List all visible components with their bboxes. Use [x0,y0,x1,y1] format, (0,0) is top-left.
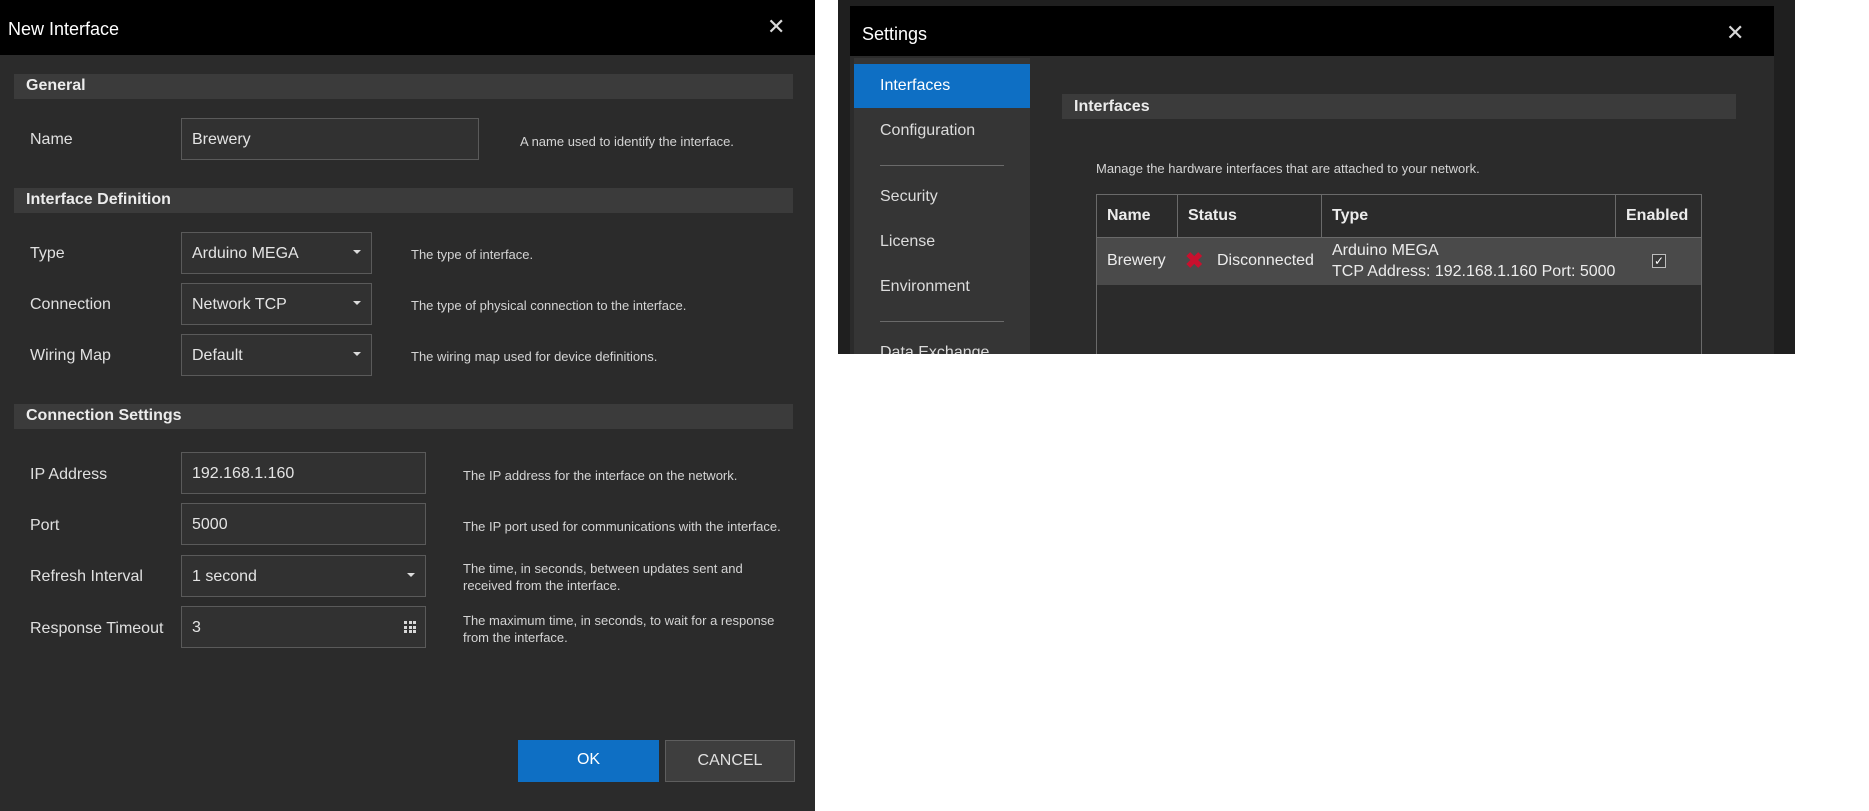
response-timeout-help-line1: The maximum time, in seconds, to wait fo… [463,613,775,628]
refresh-interval-help-line1: The time, in seconds, between updates se… [463,561,743,576]
dialog-title: New Interface [8,19,120,39]
sidebar-divider [880,165,1004,166]
type-help: The type of interface. [411,247,534,262]
port-input[interactable]: 5000 [181,503,426,545]
row-name: Brewery [1107,252,1166,269]
sidebar-item-configuration[interactable]: Configuration [854,109,1030,153]
column-header-status[interactable]: Status [1178,195,1322,237]
column-header-enabled[interactable]: Enabled [1616,195,1703,237]
response-timeout-help-line2: from the interface. [463,630,568,645]
sidebar-item-label: License [880,233,936,250]
connection-help: The type of physical connection to the i… [411,298,687,313]
settings-titlebar: Settings ✕ [850,6,1774,56]
ip-address-label: IP Address [30,466,108,483]
chevron-down-icon [407,573,415,577]
type-dropdown-value: Arduino MEGA [192,245,299,262]
chevron-down-icon [353,352,361,356]
type-dropdown[interactable]: Arduino MEGA [181,232,372,274]
ip-address-input[interactable]: 192.168.1.160 [181,452,426,494]
row-type-line1: Arduino MEGA [1332,242,1439,259]
keypad-icon[interactable] [404,621,416,633]
section-interface-definition-title: Interface Definition [26,191,171,208]
section-interfaces-title: Interfaces [1074,98,1150,115]
sidebar-item-label: Data Exchange [880,344,990,354]
wiring-map-dropdown[interactable]: Default [181,334,372,376]
name-input-value: Brewery [192,131,251,148]
cancel-button[interactable]: CANCEL [665,740,795,782]
close-icon[interactable]: ✕ [1726,22,1744,44]
name-help: A name used to identify the interface. [520,134,734,149]
connection-dropdown-value: Network TCP [192,296,287,313]
refresh-interval-label: Refresh Interval [30,568,143,585]
ok-button[interactable]: OK [518,740,659,782]
section-connection-settings-title: Connection Settings [26,407,182,424]
enabled-checkbox[interactable]: ✓ [1652,254,1666,268]
response-timeout-input[interactable]: 3 [181,606,426,648]
row-type-line2: TCP Address: 192.168.1.160 Port: 5000 [1332,263,1616,280]
column-header-type[interactable]: Type [1322,195,1616,237]
response-timeout-input-value: 3 [192,619,201,636]
port-help: The IP port used for communications with… [463,519,781,534]
settings-title: Settings [862,24,928,44]
settings-window: Settings ✕ Interfaces Configuration Secu… [850,6,1774,354]
sidebar-item-label: Configuration [880,122,976,139]
table-row[interactable]: Brewery ✖ Disconnected Arduino MEGA TCP … [1097,238,1701,285]
refresh-interval-help-line2: received from the interface. [463,578,621,593]
refresh-interval-help: The time, in seconds, between updates se… [463,560,743,594]
wiring-map-help: The wiring map used for device definitio… [411,349,658,364]
column-header-label: Enabled [1626,207,1689,224]
column-header-label: Type [1332,207,1369,224]
sidebar-item-data-exchange[interactable]: Data Exchange [854,331,1030,354]
section-general: General [14,74,793,99]
sidebar-item-label: Interfaces [880,77,951,94]
name-label: Name [30,131,73,148]
section-interfaces: Interfaces [1062,94,1736,119]
chevron-down-icon [353,301,361,305]
settings-sidebar: Interfaces Configuration Security Licens… [854,58,1030,354]
sidebar-divider [880,321,1004,322]
sidebar-item-interfaces[interactable]: Interfaces [854,64,1030,108]
wiring-map-label: Wiring Map [30,347,111,364]
refresh-interval-dropdown[interactable]: 1 second [181,555,426,597]
sidebar-item-label: Environment [880,278,970,295]
column-header-label: Status [1188,207,1237,224]
sidebar-item-security[interactable]: Security [854,175,1030,219]
wiring-map-dropdown-value: Default [192,347,243,364]
port-label: Port [30,517,60,534]
new-interface-dialog: New Interface ✕ General Name Brewery A n… [0,0,815,811]
port-input-value: 5000 [192,516,228,533]
column-header-label: Name [1107,207,1151,224]
section-interface-definition: Interface Definition [14,188,793,213]
close-icon[interactable]: ✕ [767,16,785,38]
ip-address-input-value: 192.168.1.160 [192,465,295,482]
refresh-interval-dropdown-value: 1 second [192,568,257,585]
section-connection-settings: Connection Settings [14,404,793,429]
section-general-title: General [26,77,86,94]
column-header-name[interactable]: Name [1097,195,1178,237]
sidebar-item-label: Security [880,188,938,205]
response-timeout-help: The maximum time, in seconds, to wait fo… [463,612,774,646]
interfaces-description: Manage the hardware interfaces that are … [1096,161,1480,176]
ip-address-help: The IP address for the interface on the … [463,468,738,483]
x-mark-icon: ✖ [1185,248,1204,273]
sidebar-item-license[interactable]: License [854,220,1030,264]
name-input[interactable]: Brewery [181,118,479,160]
connection-dropdown[interactable]: Network TCP [181,283,372,325]
row-status: Disconnected [1217,252,1314,269]
type-label: Type [30,245,65,262]
connection-label: Connection [30,296,111,313]
interfaces-table: Name Status Type Enabled Brewery ✖ Disco… [1096,194,1702,354]
response-timeout-label: Response Timeout [30,620,164,637]
chevron-down-icon [353,250,361,254]
sidebar-item-environment[interactable]: Environment [854,265,1030,309]
dialog-titlebar: New Interface ✕ [0,0,815,55]
